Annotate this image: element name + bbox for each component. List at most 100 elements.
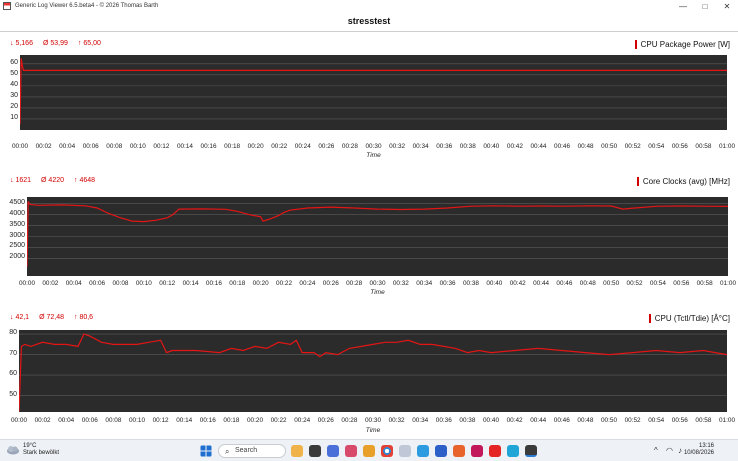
taskbar-app-icon-11[interactable]: [471, 445, 483, 457]
x-tick-label: 01:00: [719, 143, 735, 150]
x-tick-label: 00:24: [299, 280, 316, 287]
x-tick-label: 00:56: [673, 280, 690, 287]
x-tick-label: 00:44: [530, 417, 547, 424]
x-tick-label: 00:48: [579, 280, 596, 287]
y-tick-label: 50: [9, 390, 17, 398]
x-tick-label: 00:42: [506, 143, 523, 150]
taskbar-app-icon-1[interactable]: [291, 445, 303, 457]
wifi-icon[interactable]: ◠: [666, 446, 673, 455]
chrome-icon[interactable]: [381, 445, 393, 457]
x-tick-label: 00:26: [317, 417, 334, 424]
stat-avg: Ø 53,99: [42, 40, 68, 47]
x-tick-label: 00:08: [112, 280, 129, 287]
x-tick-label: 00:34: [412, 143, 429, 150]
x-tick-label: 00:42: [506, 417, 523, 424]
edge-icon[interactable]: [507, 445, 519, 457]
x-tick-label: 00:44: [533, 280, 550, 287]
series-label[interactable]: CPU Package Power [W]: [634, 40, 730, 49]
taskbar-clock[interactable]: 13:16 10/08/2026: [684, 443, 714, 457]
x-tick-label: 00:38: [459, 417, 476, 424]
x-tick-label: 00:16: [199, 417, 216, 424]
x-tick-label: 00:18: [224, 143, 241, 150]
search-icon: ⌕: [225, 447, 230, 456]
maximize-button[interactable]: □: [694, 0, 716, 12]
y-tick-label: 70: [9, 349, 17, 357]
y-tick-label: 60: [10, 58, 18, 66]
plot-area[interactable]: [20, 55, 727, 130]
x-tick-label: 00:28: [346, 280, 363, 287]
minimize-button[interactable]: —: [672, 0, 694, 12]
taskbar-app-icon-4[interactable]: [345, 445, 357, 457]
x-tick-label: 00:12: [152, 417, 169, 424]
x-tick-label: 00:30: [365, 417, 381, 424]
x-tick-label: 00:12: [159, 280, 176, 287]
stat-min: ↓ 42,1: [10, 314, 30, 321]
x-tick-label: 00:20: [252, 280, 269, 287]
tray-chevron-icon[interactable]: ^: [654, 446, 658, 455]
x-tick-label: 00:40: [483, 417, 499, 424]
x-tick-label: 00:30: [369, 280, 386, 287]
x-tick-label: 00:28: [341, 417, 358, 424]
chart-svg: [27, 201, 728, 267]
chart-svg: [19, 333, 727, 412]
log-viewer-taskbar-icon[interactable]: [525, 445, 537, 457]
window-title: Generic Log Viewer 6.5.beta4 - © 2026 Th…: [15, 3, 159, 9]
series-label[interactable]: CPU (Tctl/Tdie) [Â°C]: [648, 314, 730, 323]
x-tick-label: 00:36: [439, 280, 456, 287]
x-axis-title: Time: [366, 152, 381, 159]
x-tick-label: 00:52: [624, 417, 641, 424]
x-tick-label: 00:08: [105, 417, 122, 424]
x-tick-label: 00:06: [82, 143, 99, 150]
taskbar-search[interactable]: ⌕ Search: [218, 444, 286, 458]
windows-start-icon[interactable]: [200, 445, 212, 457]
x-tick-label: 00:16: [200, 143, 217, 150]
x-tick-label: 00:10: [129, 143, 146, 150]
x-tick-label: 00:52: [624, 143, 641, 150]
series-line: [19, 333, 727, 412]
series-line: [27, 201, 728, 267]
stat-max: ↑ 4648: [74, 177, 96, 184]
youtube-icon[interactable]: [489, 445, 501, 457]
x-tick-label: 00:14: [182, 280, 199, 287]
x-tick-label: 00:58: [695, 143, 712, 150]
y-tick-label: 30: [10, 91, 18, 99]
x-tick-label: 00:54: [648, 417, 665, 424]
plot-area[interactable]: [19, 330, 727, 412]
close-button[interactable]: ✕: [716, 0, 738, 12]
taskbar-app-icon-2[interactable]: [309, 445, 321, 457]
taskbar-app-icon-3[interactable]: [327, 445, 339, 457]
weather-widget[interactable]: 19°C Stark bewölkt: [23, 443, 59, 457]
taskbar-app-icon-8[interactable]: [417, 445, 429, 457]
x-tick-label: 00:04: [58, 417, 75, 424]
weather-cloud-icon[interactable]: [6, 444, 20, 456]
y-tick-label: 80: [9, 329, 17, 337]
x-tick-label: 01:00: [719, 417, 735, 424]
x-tick-label: 00:30: [365, 143, 382, 150]
taskbar-app-icon-10[interactable]: [453, 445, 465, 457]
x-tick-label: 00:46: [553, 417, 570, 424]
file-explorer-icon[interactable]: [363, 445, 375, 457]
series-line: [20, 58, 727, 125]
x-tick-label: 00:34: [416, 280, 433, 287]
y-tick-label: 3000: [9, 231, 25, 239]
x-tick-label: 00:00: [19, 280, 35, 287]
x-tick-label: 00:06: [89, 280, 106, 287]
x-tick-label: 00:54: [649, 280, 666, 287]
x-tick-label: 00:50: [603, 280, 620, 287]
volume-icon[interactable]: ♪: [678, 446, 682, 455]
x-tick-label: 00:38: [459, 143, 476, 150]
x-tick-label: 00:28: [341, 143, 358, 150]
x-tick-label: 00:12: [153, 143, 170, 150]
taskbar-app-icon-7[interactable]: [399, 445, 411, 457]
x-tick-label: 00:32: [388, 417, 405, 424]
x-tick-label: 00:10: [135, 280, 152, 287]
taskbar-app-icon-9[interactable]: [435, 445, 447, 457]
x-tick-label: 01:00: [720, 280, 736, 287]
series-label[interactable]: Core Clocks (avg) [MHz]: [636, 177, 730, 186]
x-tick-label: 00:00: [11, 417, 27, 424]
plot-area[interactable]: [27, 197, 728, 276]
weather-desc: Stark bewölkt: [23, 450, 60, 456]
x-tick-label: 00:02: [35, 143, 52, 150]
document-title: stresstest: [347, 16, 391, 26]
search-label: Search: [235, 447, 258, 454]
